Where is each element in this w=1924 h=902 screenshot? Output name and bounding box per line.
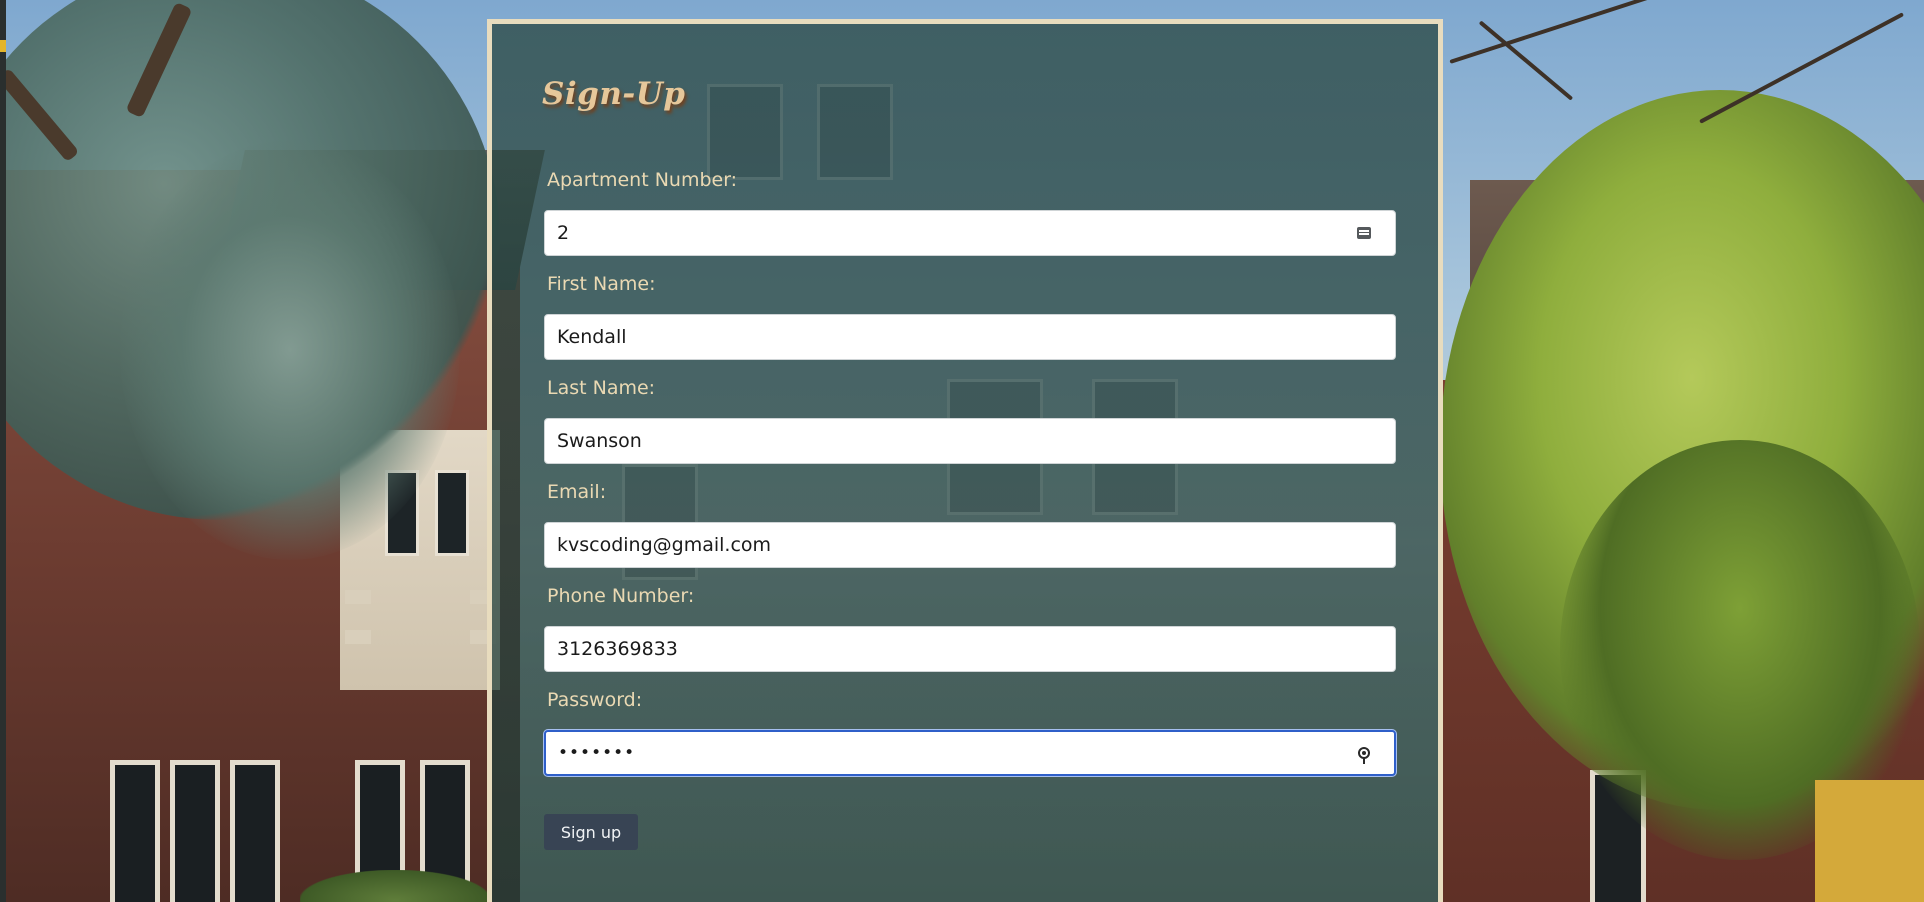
apartment-number-label: Apartment Number: (547, 169, 738, 191)
window (170, 760, 220, 902)
first-name-value: Kendall (557, 326, 627, 348)
password-value: ••••••• (558, 743, 636, 763)
page: Sign-Up Apartment Number: 2 First Name: … (0, 0, 1924, 902)
email-label: Email: (547, 481, 607, 503)
window (110, 760, 160, 902)
apartment-number-value: 2 (557, 222, 570, 244)
yellow-wall (1815, 780, 1924, 902)
password-key-icon[interactable] (1358, 747, 1370, 764)
last-name-input[interactable]: Swanson (544, 418, 1396, 464)
page-title: Sign-Up (542, 76, 686, 112)
phone-number-label: Phone Number: (547, 585, 695, 607)
apartment-number-input[interactable]: 2 (544, 210, 1396, 256)
window (230, 760, 280, 902)
signup-panel: Sign-Up Apartment Number: 2 First Name: … (487, 19, 1443, 902)
background-window (817, 84, 893, 180)
phone-number-value: 3126369833 (557, 638, 678, 660)
left-edge-strip (0, 0, 6, 902)
sign-up-button[interactable]: Sign up (544, 814, 638, 850)
phone-number-input[interactable]: 3126369833 (544, 626, 1396, 672)
shrub (300, 870, 490, 902)
window (435, 470, 469, 556)
email-input[interactable]: kvscoding@gmail.com (544, 522, 1396, 568)
stone-quoin (345, 630, 371, 644)
stone-quoin (345, 590, 371, 604)
email-value: kvscoding@gmail.com (557, 534, 772, 556)
last-name-label: Last Name: (547, 377, 656, 399)
password-label: Password: (547, 689, 643, 711)
first-name-input[interactable]: Kendall (544, 314, 1396, 360)
password-input[interactable]: ••••••• (544, 730, 1396, 776)
evergreen-tree (120, 140, 460, 560)
left-edge-marker (0, 40, 6, 52)
background-window (707, 84, 783, 180)
last-name-value: Swanson (557, 430, 642, 452)
first-name-label: First Name: (547, 273, 656, 295)
spinner-icon[interactable] (1357, 227, 1371, 239)
